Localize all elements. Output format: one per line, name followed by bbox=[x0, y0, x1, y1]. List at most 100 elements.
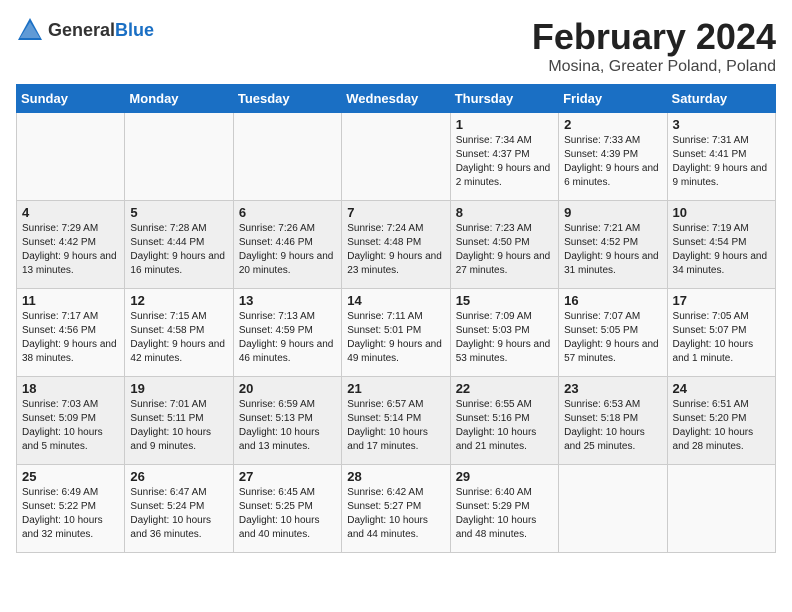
day-number: 4 bbox=[22, 205, 119, 220]
day-cell: 29Sunrise: 6:40 AM Sunset: 5:29 PM Dayli… bbox=[450, 465, 558, 553]
day-number: 23 bbox=[564, 381, 661, 396]
day-cell: 17 Sunrise: 7:05 AM Sunset: 5:07 PM Dayli… bbox=[667, 289, 775, 377]
day-number: 17 bbox=[673, 293, 770, 308]
day-cell: 22Sunrise: 6:55 AM Sunset: 5:16 PM Dayli… bbox=[450, 377, 558, 465]
day-info: Sunrise: 6:40 AM Sunset: 5:29 PM Dayligh… bbox=[456, 486, 553, 542]
day-number: 13 bbox=[239, 293, 336, 308]
day-cell: 21 Sunrise: 6:57 AM Sunset: 5:14 PM Dayli… bbox=[342, 377, 450, 465]
week-row-3: 18 Sunrise: 7:03 AM Sunset: 5:09 PM Dayli… bbox=[17, 377, 776, 465]
day-cell bbox=[233, 113, 341, 201]
day-cell: 23 Sunrise: 6:53 AM Sunset: 5:18 PM Dayli… bbox=[559, 377, 667, 465]
day-number: 22 bbox=[456, 381, 553, 396]
day-number: 11 bbox=[22, 293, 119, 308]
day-info: Sunrise: 6:49 AM Sunset: 5:22 PM Dayligh… bbox=[22, 486, 119, 542]
logo: GeneralBlue bbox=[16, 16, 154, 44]
day-cell bbox=[125, 113, 233, 201]
day-number: 9 bbox=[564, 205, 661, 220]
day-number: 27 bbox=[239, 469, 336, 484]
day-cell: 24 Sunrise: 6:51 AM Sunset: 5:20 PM Dayli… bbox=[667, 377, 775, 465]
day-cell: 3 Sunrise: 7:31 AM Sunset: 4:41 PM Daylig… bbox=[667, 113, 775, 201]
day-number: 28 bbox=[347, 469, 444, 484]
day-cell: 8Sunrise: 7:23 AM Sunset: 4:50 PM Daylig… bbox=[450, 201, 558, 289]
day-cell: 20 Sunrise: 6:59 AM Sunset: 5:13 PM Dayli… bbox=[233, 377, 341, 465]
day-info: Sunrise: 7:19 AM Sunset: 4:54 PM Dayligh… bbox=[673, 222, 770, 278]
header-cell-thursday: Thursday bbox=[450, 85, 558, 113]
day-info: Sunrise: 7:13 AM Sunset: 4:59 PM Dayligh… bbox=[239, 310, 336, 366]
day-info: Sunrise: 7:07 AM Sunset: 5:05 PM Dayligh… bbox=[564, 310, 661, 366]
calendar-table: SundayMondayTuesdayWednesdayThursdayFrid… bbox=[16, 84, 776, 553]
header-cell-saturday: Saturday bbox=[667, 85, 775, 113]
day-info: Sunrise: 7:26 AM Sunset: 4:46 PM Dayligh… bbox=[239, 222, 336, 278]
day-number: 21 bbox=[347, 381, 444, 396]
week-row-0: 1Sunrise: 7:34 AM Sunset: 4:37 PM Daylig… bbox=[17, 113, 776, 201]
day-cell: 4 Sunrise: 7:29 AM Sunset: 4:42 PM Daylig… bbox=[17, 201, 125, 289]
day-info: Sunrise: 7:15 AM Sunset: 4:58 PM Dayligh… bbox=[130, 310, 227, 366]
day-cell: 27 Sunrise: 6:45 AM Sunset: 5:25 PM Dayli… bbox=[233, 465, 341, 553]
day-cell: 2 Sunrise: 7:33 AM Sunset: 4:39 PM Daylig… bbox=[559, 113, 667, 201]
day-cell: 11Sunrise: 7:17 AM Sunset: 4:56 PM Dayli… bbox=[17, 289, 125, 377]
day-number: 25 bbox=[22, 469, 119, 484]
header-cell-tuesday: Tuesday bbox=[233, 85, 341, 113]
day-number: 19 bbox=[130, 381, 227, 396]
day-info: Sunrise: 6:45 AM Sunset: 5:25 PM Dayligh… bbox=[239, 486, 336, 542]
day-info: Sunrise: 6:53 AM Sunset: 5:18 PM Dayligh… bbox=[564, 398, 661, 454]
day-info: Sunrise: 7:03 AM Sunset: 5:09 PM Dayligh… bbox=[22, 398, 119, 454]
day-number: 15 bbox=[456, 293, 553, 308]
day-cell: 13 Sunrise: 7:13 AM Sunset: 4:59 PM Dayli… bbox=[233, 289, 341, 377]
day-info: Sunrise: 6:42 AM Sunset: 5:27 PM Dayligh… bbox=[347, 486, 444, 542]
day-cell bbox=[559, 465, 667, 553]
day-number: 24 bbox=[673, 381, 770, 396]
day-number: 7 bbox=[347, 205, 444, 220]
day-info: Sunrise: 7:29 AM Sunset: 4:42 PM Dayligh… bbox=[22, 222, 119, 278]
day-cell: 12 Sunrise: 7:15 AM Sunset: 4:58 PM Dayli… bbox=[125, 289, 233, 377]
week-row-1: 4 Sunrise: 7:29 AM Sunset: 4:42 PM Daylig… bbox=[17, 201, 776, 289]
day-info: Sunrise: 7:11 AM Sunset: 5:01 PM Dayligh… bbox=[347, 310, 444, 366]
day-info: Sunrise: 7:05 AM Sunset: 5:07 PM Dayligh… bbox=[673, 310, 770, 366]
day-number: 5 bbox=[130, 205, 227, 220]
day-cell: 6 Sunrise: 7:26 AM Sunset: 4:46 PM Daylig… bbox=[233, 201, 341, 289]
day-number: 20 bbox=[239, 381, 336, 396]
day-info: Sunrise: 7:31 AM Sunset: 4:41 PM Dayligh… bbox=[673, 134, 770, 190]
day-cell: 16Sunrise: 7:07 AM Sunset: 5:05 PM Dayli… bbox=[559, 289, 667, 377]
day-cell bbox=[342, 113, 450, 201]
day-info: Sunrise: 7:33 AM Sunset: 4:39 PM Dayligh… bbox=[564, 134, 661, 190]
day-number: 6 bbox=[239, 205, 336, 220]
day-cell: 5 Sunrise: 7:28 AM Sunset: 4:44 PM Daylig… bbox=[125, 201, 233, 289]
day-cell: 14 Sunrise: 7:11 AM Sunset: 5:01 PM Dayli… bbox=[342, 289, 450, 377]
week-row-4: 25 Sunrise: 6:49 AM Sunset: 5:22 PM Dayli… bbox=[17, 465, 776, 553]
day-number: 2 bbox=[564, 117, 661, 132]
day-info: Sunrise: 6:47 AM Sunset: 5:24 PM Dayligh… bbox=[130, 486, 227, 542]
day-info: Sunrise: 7:01 AM Sunset: 5:11 PM Dayligh… bbox=[130, 398, 227, 454]
header: GeneralBlue February 2024 Mosina, Greate… bbox=[16, 16, 776, 76]
day-number: 8 bbox=[456, 205, 553, 220]
logo-blue: Blue bbox=[115, 20, 154, 40]
day-info: Sunrise: 6:59 AM Sunset: 5:13 PM Dayligh… bbox=[239, 398, 336, 454]
day-cell: 28 Sunrise: 6:42 AM Sunset: 5:27 PM Dayli… bbox=[342, 465, 450, 553]
day-cell: 1Sunrise: 7:34 AM Sunset: 4:37 PM Daylig… bbox=[450, 113, 558, 201]
day-number: 3 bbox=[673, 117, 770, 132]
day-cell: 19 Sunrise: 7:01 AM Sunset: 5:11 PM Dayli… bbox=[125, 377, 233, 465]
day-cell: 15Sunrise: 7:09 AM Sunset: 5:03 PM Dayli… bbox=[450, 289, 558, 377]
logo-icon bbox=[16, 16, 44, 44]
day-info: Sunrise: 6:51 AM Sunset: 5:20 PM Dayligh… bbox=[673, 398, 770, 454]
day-number: 14 bbox=[347, 293, 444, 308]
day-number: 1 bbox=[456, 117, 553, 132]
day-info: Sunrise: 7:28 AM Sunset: 4:44 PM Dayligh… bbox=[130, 222, 227, 278]
location-title: Mosina, Greater Poland, Poland bbox=[532, 58, 776, 76]
day-number: 26 bbox=[130, 469, 227, 484]
day-cell bbox=[17, 113, 125, 201]
title-area: February 2024 Mosina, Greater Poland, Po… bbox=[532, 16, 776, 76]
header-cell-monday: Monday bbox=[125, 85, 233, 113]
day-number: 12 bbox=[130, 293, 227, 308]
day-info: Sunrise: 7:21 AM Sunset: 4:52 PM Dayligh… bbox=[564, 222, 661, 278]
logo-general: General bbox=[48, 20, 115, 40]
header-cell-sunday: Sunday bbox=[17, 85, 125, 113]
day-cell bbox=[667, 465, 775, 553]
header-cell-friday: Friday bbox=[559, 85, 667, 113]
month-title: February 2024 bbox=[532, 16, 776, 58]
day-number: 18 bbox=[22, 381, 119, 396]
day-info: Sunrise: 6:57 AM Sunset: 5:14 PM Dayligh… bbox=[347, 398, 444, 454]
header-row: SundayMondayTuesdayWednesdayThursdayFrid… bbox=[17, 85, 776, 113]
logo-text: GeneralBlue bbox=[48, 20, 154, 41]
day-cell: 9 Sunrise: 7:21 AM Sunset: 4:52 PM Daylig… bbox=[559, 201, 667, 289]
